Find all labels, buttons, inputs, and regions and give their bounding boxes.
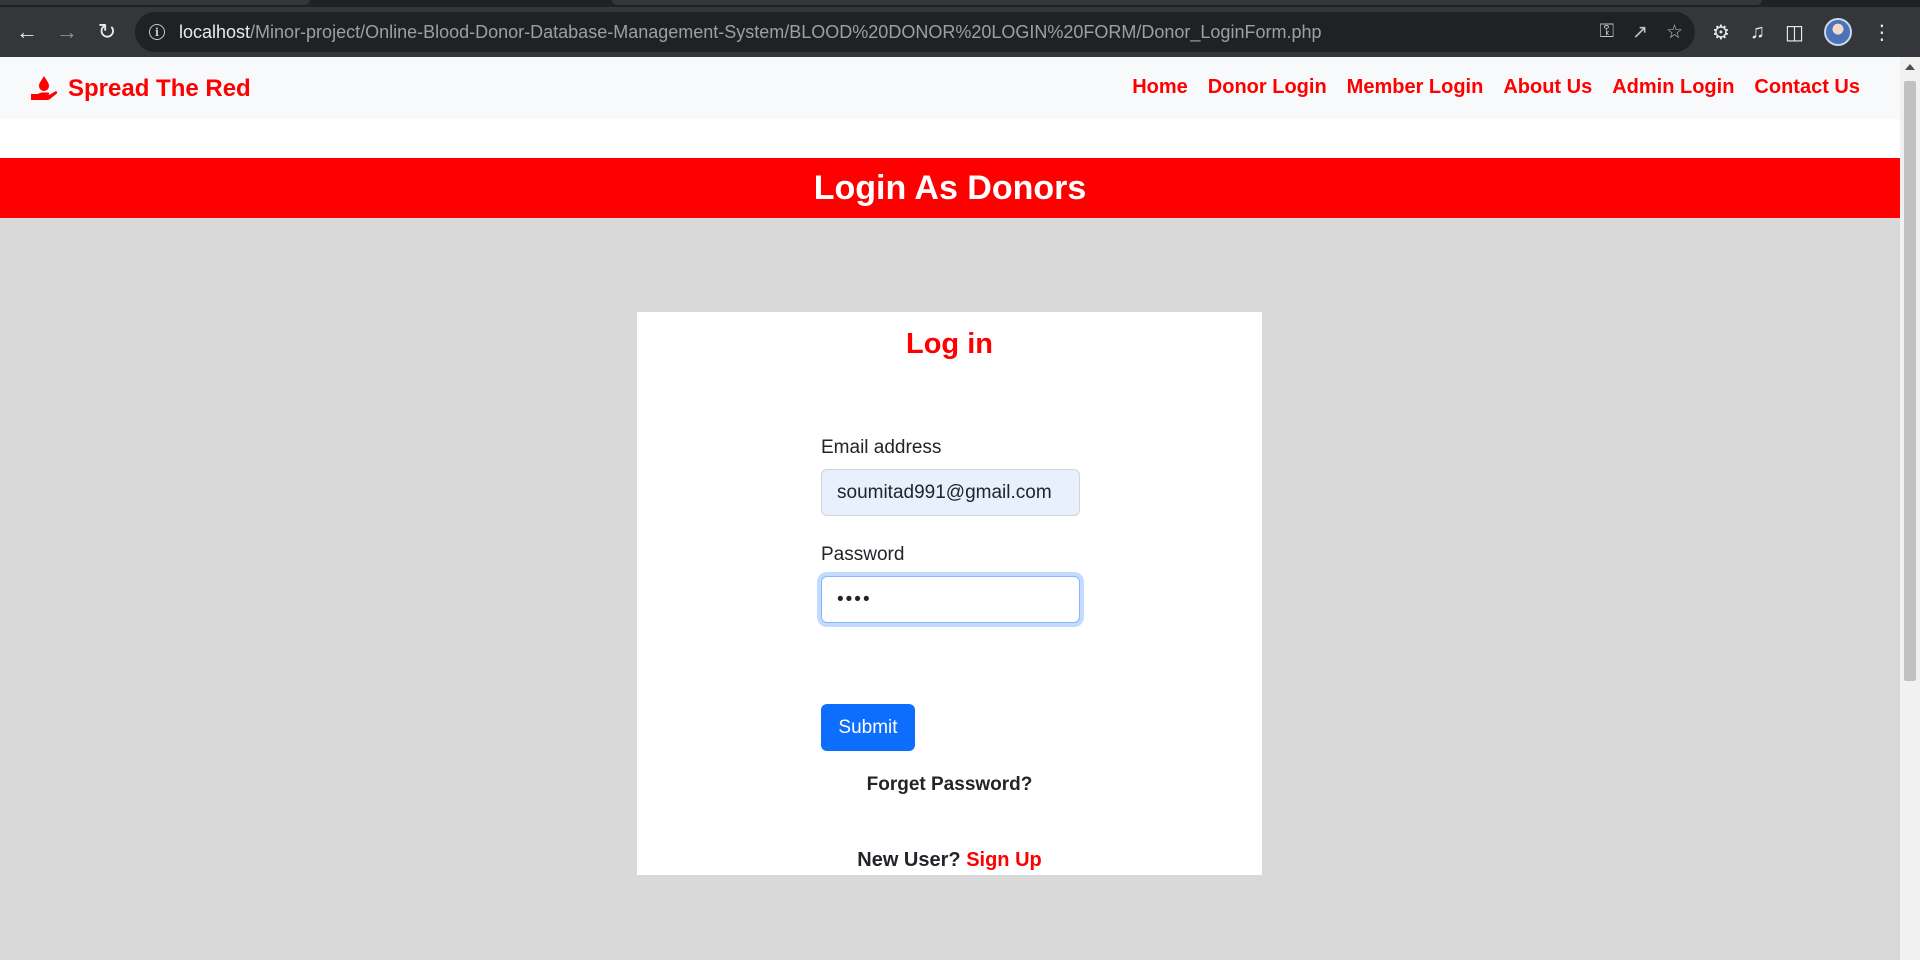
key-icon[interactable]: ⚿ [1600, 21, 1614, 43]
nav-links: Home Donor Login Member Login About Us A… [1132, 76, 1860, 99]
forget-password-link[interactable]: Forget Password? [637, 774, 1262, 796]
password-label: Password [821, 544, 905, 565]
tab-hint [612, 0, 1762, 5]
nav-link-admin-login[interactable]: Admin Login [1612, 76, 1734, 99]
address-bar[interactable]: i localhost/Minor-project/Online-Blood-D… [135, 12, 1695, 52]
nav-link-member-login[interactable]: Member Login [1347, 76, 1484, 99]
login-title: Log in [906, 328, 993, 360]
login-card: Log in Email address Password Submit For… [637, 312, 1262, 875]
page-content: Spread The Red Home Donor Login Member L… [0, 57, 1900, 960]
nav-link-home[interactable]: Home [1132, 76, 1188, 99]
brand-name: Spread The Red [68, 75, 251, 102]
bookmark-star-icon[interactable]: ☆ [1666, 21, 1683, 44]
page-scrollbar[interactable] [1900, 57, 1920, 960]
hand-holding-drop-icon [31, 76, 58, 100]
scrollbar-thumb[interactable] [1904, 81, 1916, 681]
password-field[interactable] [821, 576, 1080, 623]
browser-tabstrip [0, 0, 1920, 7]
scroll-up-arrow-icon[interactable] [1905, 64, 1915, 70]
puzzle-icon[interactable]: ⚙ [1712, 20, 1730, 45]
side-panel-icon[interactable]: ◫ [1785, 20, 1804, 45]
url-text[interactable]: localhost/Minor-project/Online-Blood-Don… [179, 22, 1321, 43]
nav-link-donor-login[interactable]: Donor Login [1208, 76, 1327, 99]
page-banner: Login As Donors [0, 158, 1900, 218]
site-info-icon[interactable]: i [149, 24, 165, 40]
email-field[interactable] [821, 469, 1080, 516]
kebab-menu-icon[interactable]: ⋮ [1872, 20, 1892, 45]
reload-icon[interactable]: ↻ [87, 12, 127, 52]
browser-toolbar: ← → ↻ i localhost/Minor-project/Online-B… [0, 7, 1920, 57]
sign-up-link[interactable]: Sign Up [966, 849, 1042, 871]
banner-title: Login As Donors [813, 168, 1087, 207]
email-label: Email address [821, 437, 942, 458]
media-queue-icon[interactable]: ♫ [1750, 21, 1765, 44]
back-arrow-icon[interactable]: ← [7, 12, 47, 52]
new-user-text: New User? [857, 849, 961, 871]
avatar[interactable] [1823, 18, 1852, 46]
submit-button[interactable]: Submit [821, 704, 915, 751]
nav-link-contact-us[interactable]: Contact Us [1754, 76, 1860, 99]
brand-link[interactable]: Spread The Red [28, 73, 251, 105]
tab-hint [0, 0, 310, 5]
new-user-row: New User? Sign Up [637, 849, 1262, 872]
share-icon[interactable]: ↗ [1632, 21, 1648, 44]
site-navbar: Spread The Red Home Donor Login Member L… [0, 57, 1900, 119]
nav-link-about-us[interactable]: About Us [1503, 76, 1592, 99]
forward-arrow-icon[interactable]: → [47, 12, 87, 52]
